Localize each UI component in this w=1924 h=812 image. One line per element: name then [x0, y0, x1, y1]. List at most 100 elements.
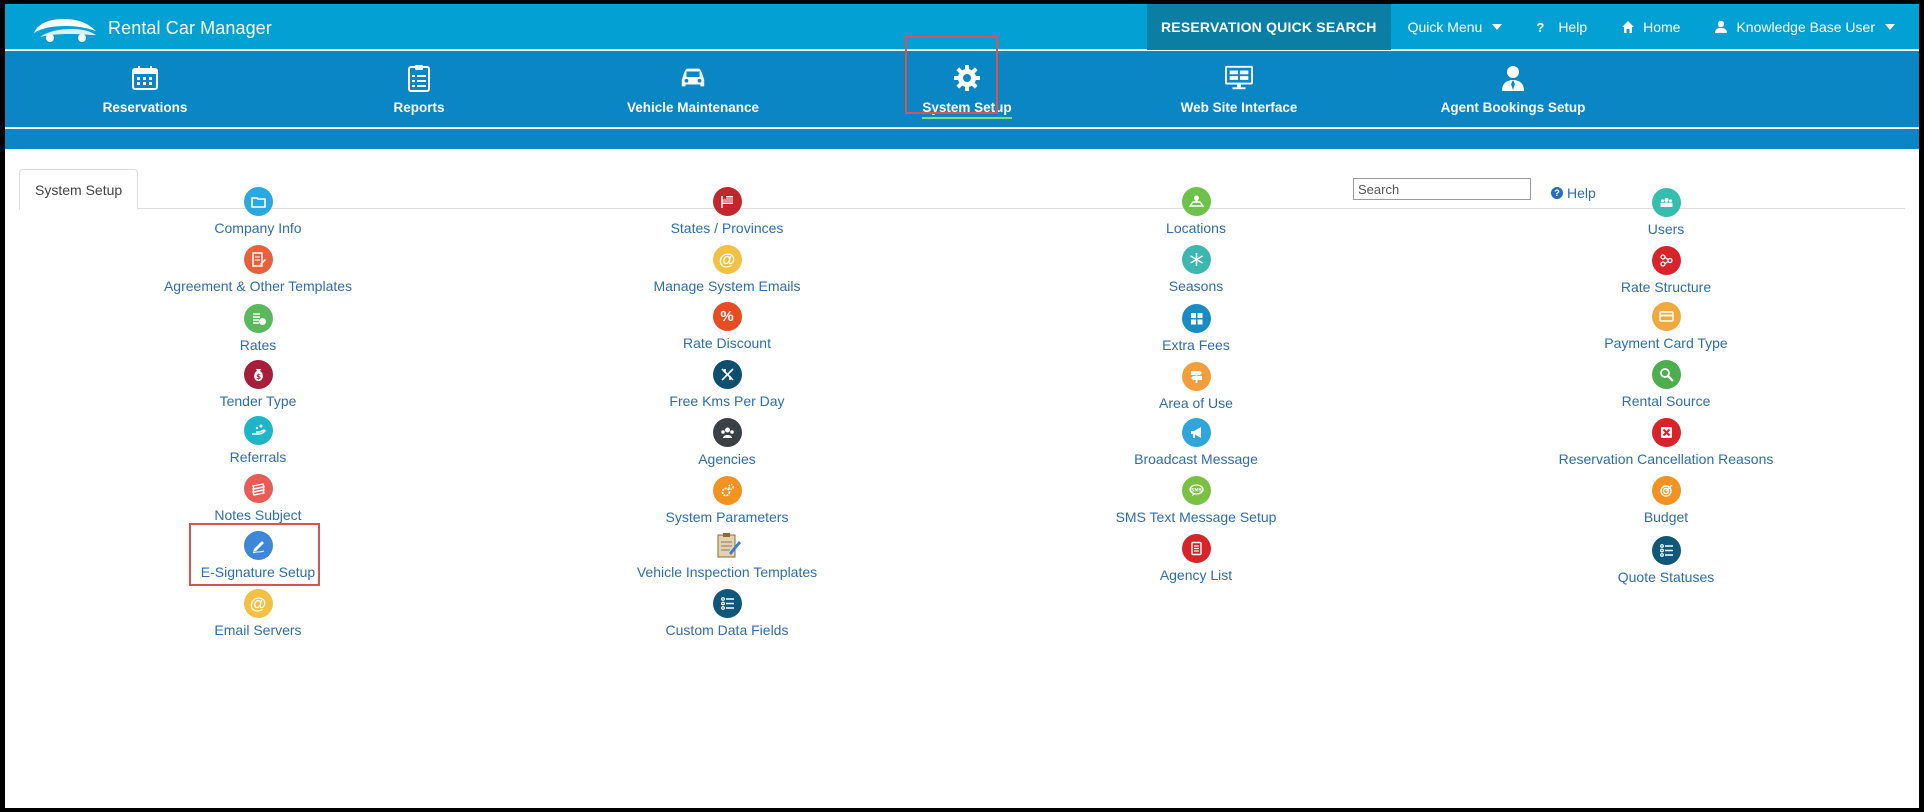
grid-icon [1181, 304, 1211, 333]
item-custom-data-fields[interactable]: Custom Data Fields [547, 589, 907, 638]
snowflake-icon [1181, 245, 1211, 274]
folder-icon [243, 187, 273, 216]
item-label: Rates [239, 337, 277, 353]
item-extra-fees[interactable]: Extra Fees [1016, 304, 1376, 353]
module-label: Reservations [102, 100, 188, 115]
module-vehicle-maintenance[interactable]: Vehicle Maintenance [603, 51, 783, 128]
item-payment-card-type[interactable]: Payment Card Type [1486, 302, 1846, 351]
signpost-icon [1181, 362, 1211, 391]
module-web-site-interface[interactable]: Web Site Interface [1159, 51, 1319, 128]
item-label: Users [1647, 221, 1685, 237]
pen-icon [243, 531, 273, 560]
item-label: Referrals [229, 449, 287, 465]
item-label: Budget [1643, 509, 1689, 525]
item-agency-list[interactable]: Agency List [1016, 534, 1376, 583]
item-rate-discount[interactable]: % Rate Discount [547, 302, 907, 351]
item-quote-statuses[interactable]: Quote Statuses [1486, 536, 1846, 585]
item-agencies[interactable]: Agencies [547, 418, 907, 467]
item-label: Payment Card Type [1604, 335, 1728, 351]
item-label: Tender Type [219, 393, 297, 409]
item-label: Manage System Emails [653, 278, 801, 294]
module-system-setup[interactable]: System Setup [887, 51, 1047, 128]
item-label: Company Info [214, 220, 302, 236]
module-label: System Setup [922, 100, 1012, 119]
quick-menu-dropdown[interactable]: Quick Menu [1391, 4, 1520, 50]
item-label: Vehicle Inspection Templates [636, 564, 818, 580]
item-users[interactable]: Users [1486, 188, 1846, 237]
item-vehicle-inspection-templates[interactable]: Vehicle Inspection Templates [547, 531, 907, 580]
home-link[interactable]: Home [1604, 4, 1697, 50]
item-rental-source[interactable]: Rental Source [1486, 360, 1846, 409]
page-list-icon [1181, 534, 1211, 563]
cancel-icon [1651, 418, 1681, 447]
item-seasons[interactable]: Seasons [1016, 245, 1376, 294]
item-label: E-Signature Setup [200, 564, 316, 580]
rates-icon [243, 304, 273, 333]
top-bar: Rental Car Manager RESERVATION QUICK SEA… [5, 4, 1919, 50]
agent-icon [1499, 64, 1527, 92]
item-sms-text-message-setup[interactable]: SMS SMS Text Message Setup [1016, 476, 1376, 525]
module-agent-bookings-setup[interactable]: Agent Bookings Setup [1423, 51, 1603, 128]
item-area-of-use[interactable]: Area of Use [1016, 362, 1376, 411]
car-icon [679, 64, 707, 92]
chevron-down-icon [1885, 24, 1895, 30]
money-bag-icon: $ [243, 360, 273, 389]
item-email-servers[interactable]: @ Email Servers [78, 589, 438, 638]
item-tender-type[interactable]: $ Tender Type [78, 360, 438, 409]
target-icon [1651, 476, 1681, 505]
item-states-provinces[interactable]: States / Provinces [547, 187, 907, 236]
users-icon [1651, 188, 1681, 217]
item-label: Seasons [1168, 278, 1224, 294]
item-budget[interactable]: Budget [1486, 476, 1846, 525]
inspection-icon [713, 531, 742, 560]
help-link[interactable]: ? Help [1519, 4, 1604, 50]
item-free-kms-per-day[interactable]: Free Kms Per Day [547, 360, 907, 409]
item-label: SMS Text Message Setup [1115, 509, 1277, 525]
item-label: Area of Use [1159, 395, 1233, 411]
question-icon: ? [1536, 19, 1545, 35]
item-notes-subject[interactable]: Notes Subject [78, 474, 438, 523]
item-label: Email Servers [214, 622, 302, 638]
module-label: Vehicle Maintenance [626, 100, 760, 115]
percent-icon: % [712, 302, 742, 331]
item-label: Agreement & Other Templates [163, 278, 353, 294]
flag-icon [712, 187, 742, 216]
item-referrals[interactable]: Referrals [78, 416, 438, 465]
item-label: Quote Statuses [1617, 569, 1715, 585]
module-reservations[interactable]: Reservations [65, 51, 225, 128]
item-rates[interactable]: Rates [78, 304, 438, 353]
item-manage-system-emails[interactable]: @ Manage System Emails [547, 245, 907, 294]
item-system-parameters[interactable]: System Parameters [547, 476, 907, 525]
item-company-info[interactable]: Company Info [78, 187, 438, 236]
top-nav: RESERVATION QUICK SEARCH Quick Menu ? He… [1147, 4, 1919, 50]
item-label: Locations [1166, 220, 1226, 236]
item-broadcast-message[interactable]: Broadcast Message [1016, 418, 1376, 467]
item-locations[interactable]: Locations [1016, 187, 1376, 236]
list-icon [1651, 536, 1681, 565]
item-label: Free Kms Per Day [669, 393, 785, 409]
road-icon [712, 360, 742, 389]
reservation-quick-search-button[interactable]: RESERVATION QUICK SEARCH [1147, 4, 1391, 50]
chevron-down-icon [1492, 24, 1503, 30]
help-label: Help [1558, 19, 1588, 35]
sms-icon: SMS [1181, 476, 1211, 505]
item-label: Rental Source [1621, 393, 1711, 409]
user-label: Knowledge Base User [1736, 19, 1875, 35]
magnifier-icon [1651, 360, 1681, 389]
document-edit-icon [243, 245, 273, 274]
brand[interactable]: Rental Car Manager [30, 11, 272, 45]
item-e-signature-setup[interactable]: E-Signature Setup [78, 531, 438, 580]
monitor-icon [1225, 64, 1253, 92]
item-label: States / Provinces [670, 220, 784, 236]
module-reports[interactable]: Reports [339, 51, 499, 128]
module-label: Web Site Interface [1180, 100, 1298, 115]
svg-text:SMS: SMS [1191, 487, 1202, 493]
item-label: Custom Data Fields [665, 622, 789, 638]
user-icon [1715, 20, 1728, 33]
structure-icon [1651, 246, 1681, 275]
item-rate-structure[interactable]: Rate Structure [1486, 246, 1846, 295]
user-menu-dropdown[interactable]: Knowledge Base User [1697, 4, 1919, 50]
item-reservation-cancellation-reasons[interactable]: Reservation Cancellation Reasons [1486, 418, 1846, 467]
item-agreement-templates[interactable]: Agreement & Other Templates [78, 245, 438, 294]
map-icon [1181, 187, 1211, 216]
